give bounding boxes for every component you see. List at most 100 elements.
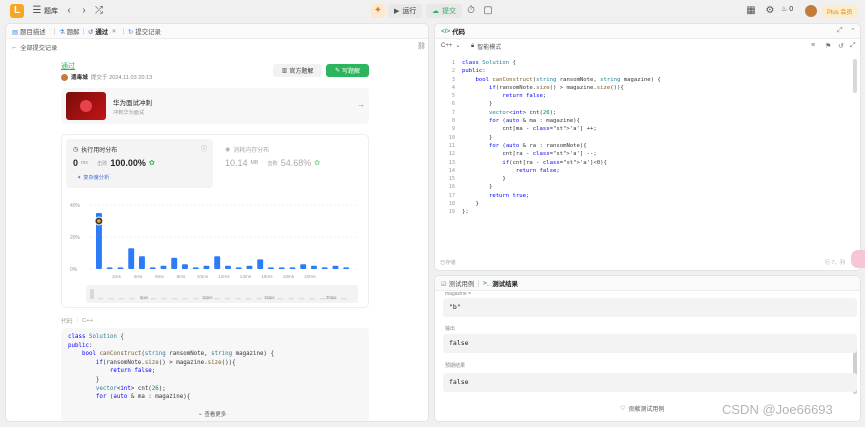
overview-bar — [129, 298, 135, 300]
timer-icon[interactable]: ⏱ — [464, 4, 478, 18]
code-editor[interactable]: class Solution { public: bool canConstru… — [462, 59, 661, 217]
overview-bar — [119, 298, 125, 300]
code-language-header: 代码 | C++ — [61, 317, 94, 326]
y-tick-label: 20% — [70, 235, 81, 241]
settings-gear-icon[interactable]: ⚙ — [763, 4, 777, 18]
submission-meta: 遗毒城 提交于 2024.11.03 20:13 — [61, 73, 152, 81]
tab-description[interactable]: ▤ 题目描述 — [12, 27, 46, 37]
editor-scrollbar[interactable] — [853, 59, 857, 93]
x-tick-label: 18ms — [283, 274, 295, 279]
book-icon: ▥ — [281, 68, 288, 74]
reset-icon[interactable]: ↺ — [838, 42, 844, 50]
distribution-bar — [139, 256, 145, 269]
official-solution-button[interactable]: ▥ 官方题解 — [273, 64, 322, 77]
shuffle-icon[interactable]: ⤮ — [92, 4, 106, 18]
debug-icon[interactable]: ✦ — [371, 4, 385, 18]
complexity-analysis-link[interactable]: ✦ 复杂度分析 — [77, 174, 109, 182]
x-tick-label: 20ms — [304, 274, 316, 279]
back-to-submissions-link[interactable]: ← 全部提交记录 — [11, 43, 57, 52]
huawei-logo-icon — [80, 100, 92, 112]
overview-bar — [288, 298, 294, 300]
show-more-button[interactable]: ⌄ 查看更多 — [198, 410, 226, 418]
language-select[interactable]: C++ ⌄ — [441, 42, 460, 50]
plus-membership-button[interactable]: Plus 会员 — [822, 5, 858, 18]
overview-bar — [225, 298, 230, 300]
overview-bar — [214, 298, 220, 300]
play-icon: ▶ — [394, 8, 400, 15]
tab-testcase[interactable]: ☑ 测试用例 — [441, 279, 474, 289]
description-icon: ▤ — [12, 28, 19, 36]
top-navigation-bar: L ☰ 题库 ‹ › ⤮ ✦ ▶ 运行 ☁ 提交 ⏱ ▢ ▦ ⚙ ♨ 0 Plu… — [0, 0, 865, 23]
distribution-bar — [268, 267, 274, 269]
edit-icon: ✎ — [334, 68, 340, 74]
x-tick-label: 8ms — [177, 274, 186, 279]
fullscreen-icon[interactable]: ⤢ — [850, 42, 856, 50]
x-tick-label: 16ms — [261, 274, 273, 279]
tab-solutions[interactable]: ⚗ 题解 — [59, 27, 80, 37]
prev-problem-icon[interactable]: ‹ — [62, 4, 76, 18]
tab-code[interactable]: </> 代码 — [441, 27, 465, 36]
problem-list-icon[interactable]: ☰ — [30, 4, 44, 18]
tab-test-result[interactable]: >_ 测试结果 — [483, 279, 518, 288]
cursor-position: 行 7，列 — [825, 260, 845, 266]
contribute-testcase-button[interactable]: ♡ 贡献测试用例 — [620, 404, 664, 413]
overview-bar — [108, 298, 114, 300]
overview-bar — [277, 298, 283, 300]
problem-bank-label[interactable]: 题库 — [44, 6, 58, 16]
promo-subtitle: 冲刺华为面试 — [113, 110, 145, 116]
info-icon[interactable]: ⓘ — [201, 144, 207, 153]
huawei-promo-image — [66, 92, 106, 120]
expected-label: 预期结果 — [445, 363, 466, 369]
fire-icon: ♨ — [781, 6, 788, 13]
memory-panel[interactable]: ◉ 消耗内存分布 10.14 MB 击败 54.68% ✿ — [219, 139, 366, 188]
maximize-icon[interactable]: ⤢ — [837, 27, 843, 35]
runtime-panel[interactable]: ◷ 执行用时分布 ⓘ 0 ms 击败 100.00% ✿ ✦ 复杂度分析 — [66, 139, 213, 188]
range-overview — [86, 285, 358, 303]
overview-bar — [193, 298, 199, 300]
celebration-icon: ✿ — [148, 160, 155, 167]
overview-bar — [299, 298, 305, 300]
submission-detail-panel: ▤ 题目描述 ⚗ 题解 ↺ 通过 × ↻ 提交记录 ← 全部提交记录 ⛓ 通过 遗毒城 提… — [5, 23, 429, 422]
output-label: 输出 — [445, 326, 456, 332]
distribution-bar — [160, 265, 167, 269]
share-link-icon[interactable]: ⛓ — [417, 42, 426, 50]
avatar[interactable] — [805, 5, 817, 17]
author-avatar[interactable] — [61, 73, 68, 81]
smart-mode-toggle[interactable]: 🔒︎ 智能模式 — [471, 42, 501, 51]
distribution-bar — [171, 257, 178, 269]
overview-tick-label: 20ms — [326, 295, 337, 300]
distribution-bar — [246, 265, 253, 269]
notes-icon[interactable]: ▢ — [481, 4, 495, 18]
run-button[interactable]: ▶ 运行 — [388, 4, 423, 18]
distribution-bar — [203, 265, 210, 269]
test-tab-bar: ☑ 测试用例 >_ 测试结果 — [435, 276, 860, 291]
write-solution-button[interactable]: ✎ 写题解 — [326, 64, 369, 77]
distribution-bar — [182, 264, 188, 269]
next-problem-icon[interactable]: › — [77, 4, 91, 18]
distribution-bar — [300, 264, 307, 269]
submit-button[interactable]: ☁ 提交 — [426, 4, 462, 18]
assistant-float-button[interactable] — [851, 250, 865, 268]
format-icon[interactable]: ≡ — [811, 42, 815, 49]
tab-submissions[interactable]: ↻ 提交记录 — [128, 27, 161, 37]
x-tick-label: 12ms — [218, 274, 230, 279]
streak-counter[interactable]: ♨ 0 — [781, 5, 793, 14]
promo-title: 华为面试冲刺 — [113, 100, 152, 107]
overview-bar — [150, 298, 156, 300]
overview-bar — [161, 298, 167, 300]
promo-card[interactable]: 华为面试冲刺 冲刺华为面试 → — [61, 88, 369, 124]
history-icon: ↺ — [88, 28, 94, 36]
bookmark-icon[interactable]: ⚑ — [825, 42, 831, 50]
leetcode-logo-icon[interactable]: L — [10, 4, 24, 18]
distribution-bar — [311, 265, 317, 269]
runtime-distribution-chart[interactable]: 40% 20% 0% 2ms 4ms 6ms 8ms 10ms 12ms 14ms 16ms 18ms… — [62, 195, 368, 307]
runtime-value: 0 — [73, 158, 79, 168]
collapse-icon[interactable]: ⌃ — [850, 27, 856, 35]
close-tab-icon[interactable]: × — [112, 28, 116, 35]
tab-accepted[interactable]: ↺ 通过 × — [88, 27, 116, 36]
author-name[interactable]: 遗毒城 — [71, 73, 88, 81]
clock-icon: ↻ — [128, 28, 134, 36]
overview-tick-label: 15ms — [264, 295, 275, 300]
layout-icon[interactable]: ▦ — [744, 4, 758, 18]
submission-time: 提交于 2024.11.03 20:13 — [90, 75, 153, 81]
